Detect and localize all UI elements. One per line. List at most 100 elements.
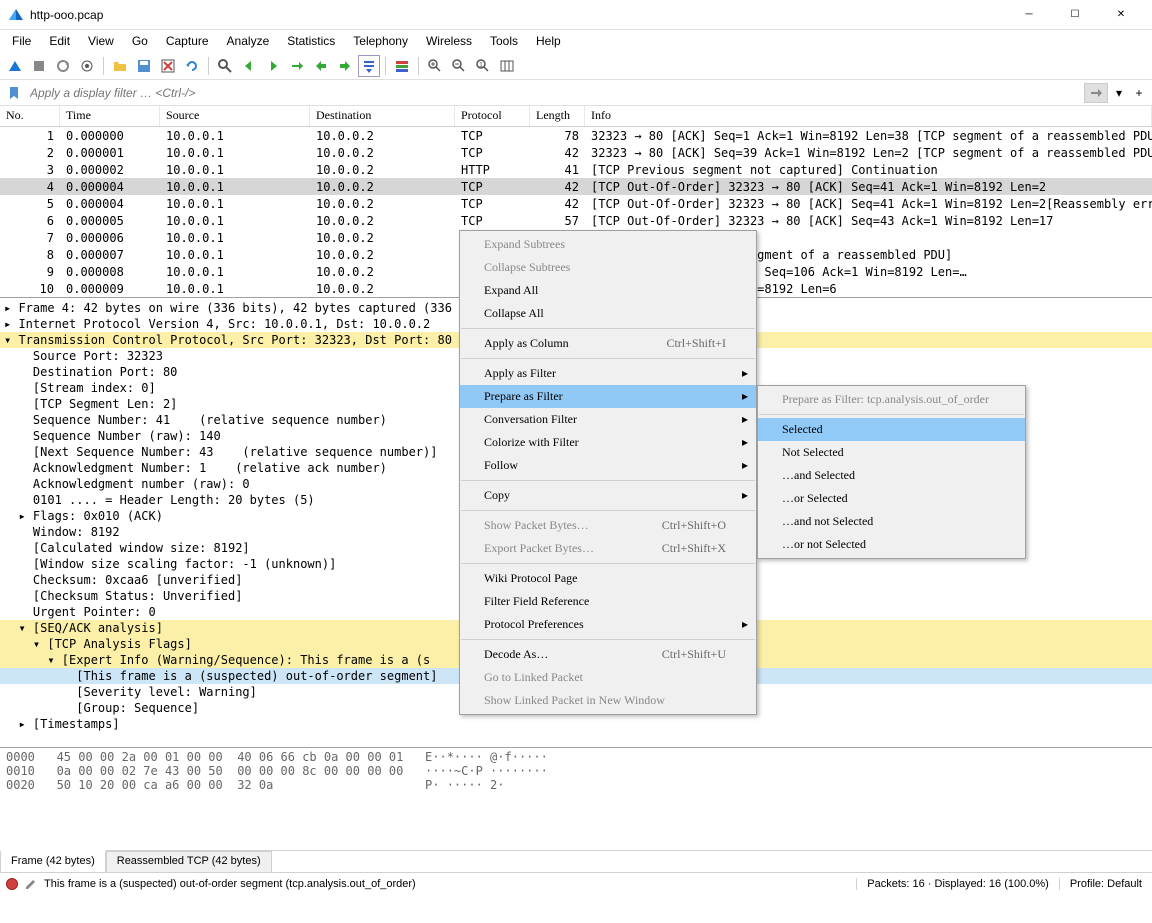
expert-info-icon[interactable]	[6, 878, 18, 890]
hex-line[interactable]: 0010 0a 00 00 02 7e 43 00 50 00 00 00 8c…	[6, 764, 1146, 778]
hex-line[interactable]: 0020 50 10 20 00 ca a6 00 00 32 0a P· ··…	[6, 778, 1146, 792]
menu-item: Show Linked Packet in New Window	[460, 689, 756, 712]
menu-item[interactable]: Colorize with Filter▸	[460, 431, 756, 454]
menu-item: Expand Subtrees	[460, 233, 756, 256]
menu-item[interactable]: …and not Selected	[758, 510, 1025, 533]
window-title: http-ooo.pcap	[30, 8, 1006, 22]
menu-edit[interactable]: Edit	[41, 32, 78, 50]
zoom-out-icon[interactable]	[448, 55, 470, 77]
menu-item[interactable]: Selected	[758, 418, 1025, 441]
menu-item: Export Packet Bytes…Ctrl+Shift+X	[460, 537, 756, 560]
menu-item[interactable]: Wiki Protocol Page	[460, 567, 756, 590]
menu-item[interactable]: Collapse All	[460, 302, 756, 325]
stop-capture-icon[interactable]	[28, 55, 50, 77]
menu-statistics[interactable]: Statistics	[279, 32, 343, 50]
menu-item[interactable]: Expand All	[460, 279, 756, 302]
packet-row[interactable]: 30.00000210.0.0.110.0.0.2HTTP41[TCP Prev…	[0, 161, 1152, 178]
filter-toolbar: ▾ +	[0, 80, 1152, 106]
colorize-icon[interactable]	[391, 55, 413, 77]
menu-item[interactable]: Prepare as Filter▸	[460, 385, 756, 408]
menu-item[interactable]: …or not Selected	[758, 533, 1025, 556]
menu-item[interactable]: …and Selected	[758, 464, 1025, 487]
menu-capture[interactable]: Capture	[158, 32, 217, 50]
packet-row[interactable]: 40.00000410.0.0.110.0.0.2TCP42[TCP Out-O…	[0, 178, 1152, 195]
apply-filter-button[interactable]	[1084, 83, 1108, 103]
menu-item[interactable]: …or Selected	[758, 487, 1025, 510]
menu-telephony[interactable]: Telephony	[345, 32, 416, 50]
menu-tools[interactable]: Tools	[482, 32, 526, 50]
maximize-button[interactable]: ☐	[1052, 0, 1098, 30]
add-filter-button[interactable]: +	[1130, 83, 1148, 103]
status-profile[interactable]: Profile: Default	[1059, 878, 1152, 890]
next-icon[interactable]	[262, 55, 284, 77]
menu-item[interactable]: Not Selected	[758, 441, 1025, 464]
tree-item[interactable]: ▸ [Timestamps]	[0, 716, 1152, 732]
menu-view[interactable]: View	[80, 32, 122, 50]
packet-row[interactable]: 20.00000110.0.0.110.0.0.2TCP4232323 → 80…	[0, 144, 1152, 161]
save-icon[interactable]	[133, 55, 155, 77]
packet-list-header: No. Time Source Destination Protocol Len…	[0, 106, 1152, 127]
context-menu-sub[interactable]: Prepare as Filter: tcp.analysis.out_of_o…	[757, 385, 1026, 559]
start-capture-icon[interactable]	[4, 55, 26, 77]
col-header-no[interactable]: No.	[0, 106, 60, 126]
submenu-header: Prepare as Filter: tcp.analysis.out_of_o…	[758, 388, 1025, 411]
open-icon[interactable]	[109, 55, 131, 77]
packet-row[interactable]: 60.00000510.0.0.110.0.0.2TCP57[TCP Out-O…	[0, 212, 1152, 229]
menu-file[interactable]: File	[4, 32, 39, 50]
menu-analyze[interactable]: Analyze	[219, 32, 278, 50]
toolbar: 1	[0, 52, 1152, 80]
menu-go[interactable]: Go	[124, 32, 156, 50]
menu-item[interactable]: Decode As…Ctrl+Shift+U	[460, 643, 756, 666]
menu-item[interactable]: Apply as Filter▸	[460, 362, 756, 385]
status-hint: This frame is a (suspected) out-of-order…	[44, 878, 416, 890]
zoom-reset-icon[interactable]: 1	[472, 55, 494, 77]
options-icon[interactable]	[76, 55, 98, 77]
prev-icon[interactable]	[238, 55, 260, 77]
tab-frame[interactable]: Frame (42 bytes)	[0, 850, 106, 872]
col-header-info[interactable]: Info	[585, 106, 1152, 126]
menu-item: Show Packet Bytes…Ctrl+Shift+O	[460, 514, 756, 537]
menu-item: Collapse Subtrees	[460, 256, 756, 279]
minimize-button[interactable]: ─	[1006, 0, 1052, 30]
filter-dropdown-icon[interactable]: ▾	[1110, 83, 1128, 103]
menu-item[interactable]: Follow▸	[460, 454, 756, 477]
app-icon	[8, 7, 24, 23]
auto-scroll-icon[interactable]	[358, 55, 380, 77]
restart-capture-icon[interactable]	[52, 55, 74, 77]
close-file-icon[interactable]	[157, 55, 179, 77]
byte-view-tabs: Frame (42 bytes) Reassembled TCP (42 byt…	[0, 850, 1152, 872]
col-header-length[interactable]: Length	[530, 106, 585, 126]
menu-help[interactable]: Help	[528, 32, 569, 50]
menu-item[interactable]: Apply as ColumnCtrl+Shift+I	[460, 332, 756, 355]
menu-item[interactable]: Conversation Filter▸	[460, 408, 756, 431]
resize-cols-icon[interactable]	[496, 55, 518, 77]
col-header-source[interactable]: Source	[160, 106, 310, 126]
col-header-destination[interactable]: Destination	[310, 106, 455, 126]
menu-item[interactable]: Copy▸	[460, 484, 756, 507]
find-icon[interactable]	[214, 55, 236, 77]
first-icon[interactable]	[310, 55, 332, 77]
last-icon[interactable]	[334, 55, 356, 77]
titlebar: http-ooo.pcap ─ ☐ ✕	[0, 0, 1152, 30]
statusbar: This frame is a (suspected) out-of-order…	[0, 872, 1152, 894]
packet-row[interactable]: 50.00000410.0.0.110.0.0.2TCP42[TCP Out-O…	[0, 195, 1152, 212]
zoom-in-icon[interactable]	[424, 55, 446, 77]
svg-text:1: 1	[479, 62, 483, 69]
tab-reassembled[interactable]: Reassembled TCP (42 bytes)	[106, 851, 272, 872]
display-filter-input[interactable]	[26, 84, 1082, 102]
hex-line[interactable]: 0000 45 00 00 2a 00 01 00 00 40 06 66 cb…	[6, 750, 1146, 764]
menu-wireless[interactable]: Wireless	[418, 32, 480, 50]
context-menu-main[interactable]: Expand SubtreesCollapse SubtreesExpand A…	[459, 230, 757, 715]
col-header-time[interactable]: Time	[60, 106, 160, 126]
edit-icon[interactable]	[24, 877, 38, 891]
menu-item: Go to Linked Packet	[460, 666, 756, 689]
goto-icon[interactable]	[286, 55, 308, 77]
packet-row[interactable]: 10.00000010.0.0.110.0.0.2TCP7832323 → 80…	[0, 127, 1152, 144]
menu-item[interactable]: Filter Field Reference	[460, 590, 756, 613]
menubar: File Edit View Go Capture Analyze Statis…	[0, 30, 1152, 52]
bookmark-icon[interactable]	[4, 83, 24, 103]
close-button[interactable]: ✕	[1098, 0, 1144, 30]
reload-icon[interactable]	[181, 55, 203, 77]
col-header-protocol[interactable]: Protocol	[455, 106, 530, 126]
menu-item[interactable]: Protocol Preferences▸	[460, 613, 756, 636]
